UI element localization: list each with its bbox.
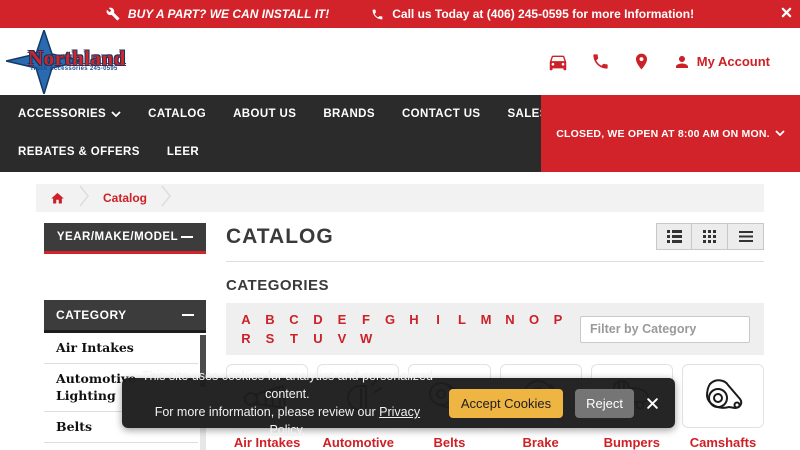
phone-icon — [372, 9, 383, 19]
letter-links: A B C D E F G H I L M N O P R S T U V W — [240, 312, 580, 346]
cookie-banner: This site uses cookies for analytics and… — [122, 369, 675, 437]
nav-row-2: REBATES & OFFERS LEER — [18, 133, 541, 171]
letter-link[interactable]: N — [504, 312, 516, 327]
view-toggle-group — [656, 223, 764, 250]
top-promo-bar: BUY A PART? WE CAN INSTALL IT! Call us T… — [0, 0, 800, 28]
category-list-item[interactable]: Brake Systems — [44, 443, 198, 450]
cookie-line2-suffix: . — [301, 423, 306, 438]
letter-link[interactable]: I — [432, 312, 444, 327]
list-view-button[interactable] — [656, 223, 692, 250]
nav-row-1: ACCESSORIES CATALOG ABOUT US BRANDS CONT… — [18, 95, 590, 133]
category-tile-label[interactable]: Bumpers and Grille Guards — [591, 435, 673, 450]
list-view-icon — [666, 230, 682, 243]
my-account-label: My Account — [696, 54, 770, 69]
letter-link[interactable]: S — [264, 331, 276, 346]
letter-link[interactable]: D — [312, 312, 324, 327]
letter-link[interactable]: E — [336, 312, 348, 327]
letter-link[interactable]: R — [240, 331, 252, 346]
breadcrumb-separator-icon — [161, 185, 171, 212]
collapse-minus-icon — [181, 236, 194, 238]
category-card-camshafts: Camshafts and — [681, 364, 765, 450]
letter-filter-panel: A B C D E F G H I L M N O P R S T U V W … — [226, 303, 764, 355]
category-tile[interactable] — [681, 364, 765, 428]
chevron-down-icon — [111, 110, 121, 117]
install-text: BUY A PART? WE CAN INSTALL IT! — [127, 7, 330, 21]
letter-link[interactable]: C — [288, 312, 300, 327]
letter-link[interactable]: L — [456, 312, 468, 327]
nav-item-catalog[interactable]: CATALOG — [148, 108, 206, 120]
category-tile-label[interactable]: Camshafts and — [682, 435, 764, 450]
category-title: CATEGORY — [56, 308, 127, 322]
nav-links: ACCESSORIES CATALOG ABOUT US BRANDS CONT… — [0, 95, 590, 172]
ymm-title: YEAR/MAKE/MODEL — [56, 231, 179, 243]
letter-link[interactable]: H — [408, 312, 420, 327]
divider — [226, 261, 764, 262]
letter-link[interactable]: V — [336, 331, 348, 346]
hamburger-icon — [738, 231, 753, 242]
call-message: Call us Today at (406) 245-0595 for more… — [371, 7, 694, 21]
cookie-message: This site uses cookies for analytics and… — [138, 367, 437, 440]
letter-link[interactable]: G — [384, 312, 396, 327]
nav-item-brands[interactable]: BRANDS — [323, 108, 375, 120]
letter-link[interactable]: W — [360, 331, 372, 346]
my-account-link[interactable]: My Account — [673, 53, 770, 71]
install-message: BUY A PART? WE CAN INSTALL IT! — [106, 7, 329, 21]
letter-link[interactable]: O — [528, 312, 540, 327]
grid-view-button[interactable] — [692, 223, 728, 250]
category-filter-header[interactable]: CATEGORY — [44, 300, 206, 333]
categories-title: CATEGORIES — [226, 277, 330, 294]
call-text: Call us Today at (406) 245-0595 for more… — [392, 7, 695, 21]
letter-link[interactable]: M — [480, 312, 492, 327]
letter-link[interactable]: A — [240, 312, 252, 327]
letter-link[interactable]: P — [552, 312, 564, 327]
category-filter-input[interactable] — [580, 315, 750, 343]
person-icon — [675, 55, 688, 68]
site-header: Northland Truck Accessories 245-0595 My … — [0, 27, 800, 97]
camshaft-icon — [705, 379, 743, 409]
car-icon[interactable] — [547, 51, 569, 73]
store-hours-banner[interactable]: CLOSED, WE OPEN AT 8:00 AM ON MON. — [541, 95, 800, 172]
northland-logo[interactable]: Northland Truck Accessories 245-0595 — [5, 27, 136, 97]
cookie-line2: For more information, please review our — [154, 405, 380, 419]
home-icon[interactable] — [50, 191, 65, 206]
main-nav: ACCESSORIES CATALOG ABOUT US BRANDS CONT… — [0, 95, 800, 172]
main-header-row: CATALOG — [226, 223, 764, 250]
store-hours-text: CLOSED, WE OPEN AT 8:00 AM ON MON. — [556, 127, 770, 140]
reject-cookies-button[interactable]: Reject — [575, 388, 634, 418]
page-title: CATALOG — [226, 224, 334, 248]
nav-item-rebates-offers[interactable]: REBATES & OFFERS — [18, 146, 140, 158]
close-icon[interactable] — [646, 397, 659, 410]
nav-item-accessories[interactable]: ACCESSORIES — [18, 108, 121, 120]
compact-view-button[interactable] — [728, 223, 764, 250]
header-quick-links: My Account — [547, 51, 770, 73]
logo-tagline: Truck Accessories 245-0595 — [30, 65, 118, 72]
breadcrumb: Catalog — [36, 184, 764, 212]
breadcrumb-catalog[interactable]: Catalog — [103, 191, 147, 205]
letter-link[interactable]: U — [312, 331, 324, 346]
category-list-item[interactable]: Air Intakes — [44, 333, 198, 365]
close-icon[interactable] — [781, 7, 792, 18]
collapse-minus-icon — [182, 314, 194, 316]
letter-link[interactable]: F — [360, 312, 372, 327]
chevron-down-icon — [775, 130, 785, 137]
category-tile-label[interactable]: Brake Systems — [500, 435, 582, 450]
nav-item-about-us[interactable]: ABOUT US — [233, 108, 296, 120]
location-pin-icon[interactable] — [632, 52, 651, 71]
letter-link[interactable]: T — [288, 331, 300, 346]
wrench-icon — [106, 7, 120, 21]
phone-icon[interactable] — [591, 52, 610, 71]
nav-item-contact-us[interactable]: CONTACT US — [402, 108, 481, 120]
cookie-line1: This site uses cookies for analytics and… — [141, 368, 433, 401]
breadcrumb-separator-icon — [79, 185, 89, 212]
nav-item-leer[interactable]: LEER — [167, 146, 199, 158]
letter-link[interactable]: B — [264, 312, 276, 327]
accept-cookies-button[interactable]: Accept Cookies — [448, 388, 564, 418]
page: BUY A PART? WE CAN INSTALL IT! Call us T… — [0, 0, 800, 450]
grid-view-icon — [703, 230, 716, 243]
year-make-model-header[interactable]: YEAR/MAKE/MODEL — [44, 223, 206, 254]
